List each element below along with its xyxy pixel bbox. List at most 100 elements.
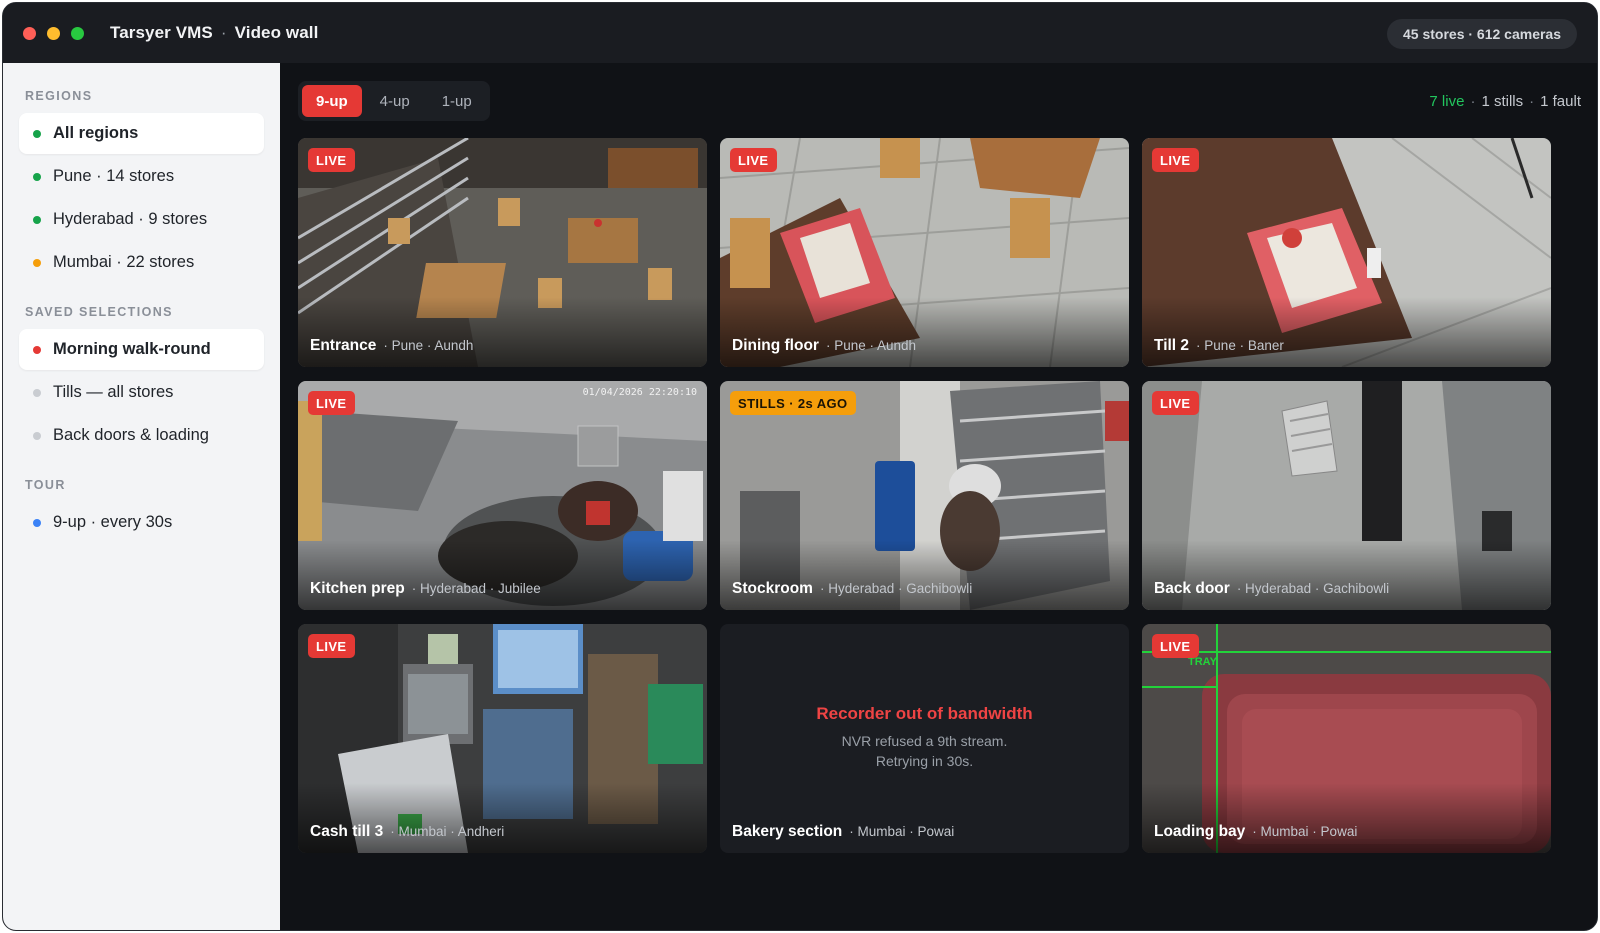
camera-tile-till-2[interactable]: LIVE Till 2 · Pune · Baner: [1142, 138, 1551, 367]
camera-location: · Pune · Baner: [1196, 338, 1284, 353]
caption-gradient: [298, 783, 707, 853]
caption-gradient: [298, 297, 707, 367]
camera-name: Kitchen prep: [310, 580, 405, 597]
live-badge: LIVE: [730, 148, 777, 172]
sidebar-item-all-regions[interactable]: All regions: [19, 113, 264, 154]
sidebar-item-back-doors-loading[interactable]: Back doors & loading: [19, 415, 264, 456]
camera-name: Dining floor: [732, 337, 819, 354]
camera-tile-back-door[interactable]: LIVE Back door · Hyderabad · Gachibowli: [1142, 381, 1551, 610]
regions-section-title: REGIONS: [25, 89, 93, 103]
fault-retry-text: Retrying in 30s.: [875, 753, 974, 769]
live-badge: LIVE: [308, 634, 355, 658]
tile-caption: Loading bay · Mumbai · Powai: [1154, 823, 1357, 841]
stream-status-summary: 7 live · 1 stills · 1 fault: [1429, 93, 1581, 110]
sidebar-item-pune[interactable]: Pune · 14 stores: [19, 156, 264, 197]
tile-caption: Till 2 · Pune · Baner: [1154, 337, 1284, 355]
live-badge: LIVE: [1152, 148, 1199, 172]
video-wall: 9-up 4-up 1-up 7 live · 1 stills · 1 fault: [280, 63, 1597, 930]
view-title: Video wall: [234, 23, 319, 42]
app-name: Tarsyer VMS: [110, 23, 213, 42]
stills-count: 1 stills: [1481, 93, 1524, 110]
sidebar-item-morning-walk-round[interactable]: Morning walk-round: [19, 329, 264, 370]
tile-caption: Stockroom · Hyderabad · Gachibowli: [732, 580, 972, 598]
layout-4-up-button[interactable]: 4-up: [366, 85, 424, 117]
sidebar-item-label: Hyderabad · 9 stores: [53, 210, 208, 228]
camera-name: Entrance: [310, 337, 377, 354]
sidebar: REGIONS All regions Pune · 14 stores Hyd…: [3, 63, 280, 930]
sidebar-item-tour-9-up[interactable]: 9-up · every 30s: [19, 502, 264, 543]
status-dot: [33, 172, 41, 181]
live-count: 7 live: [1429, 93, 1465, 110]
tile-caption: Entrance · Pune · Aundh: [310, 337, 473, 355]
maximize-window-button[interactable]: [71, 26, 84, 40]
tile-caption: Bakery section · Mumbai · Powai: [732, 823, 954, 841]
caption-gradient: [720, 297, 1129, 367]
status-dot: [33, 215, 41, 224]
title-separator: ·: [220, 23, 227, 42]
camera-tile-kitchen-prep[interactable]: LIVE 01/04/2026 22:20:10 Kitchen prep · …: [298, 381, 707, 610]
app-window: Tarsyer VMS · Video wall 45 stores · 612 c…: [2, 2, 1598, 931]
status-dot: [33, 345, 41, 354]
title-bar: Tarsyer VMS · Video wall 45 stores · 612 c…: [3, 3, 1597, 63]
store-camera-count-badge: 45 stores · 612 cameras: [1387, 19, 1577, 49]
tile-caption: Cash till 3 · Mumbai · Andheri: [310, 823, 504, 841]
camera-name: Stockroom: [732, 580, 813, 597]
caption-gradient: [298, 540, 707, 610]
camera-name: Till 2: [1154, 337, 1190, 354]
sidebar-item-label: Mumbai · 22 stores: [53, 253, 195, 271]
camera-tile-entrance[interactable]: LIVE Entrance · Pune · Aundh: [298, 138, 707, 367]
caption-gradient: [720, 540, 1129, 610]
live-badge: LIVE: [1152, 391, 1199, 415]
status-dot: [33, 129, 41, 138]
status-dot: [33, 518, 41, 527]
stills-badge: STILLS · 2s AGO: [730, 391, 856, 415]
status-separator: ·: [1470, 93, 1476, 110]
camera-name: Bakery section: [732, 823, 843, 840]
camera-name: Back door: [1154, 580, 1230, 597]
sidebar-item-label: Back doors & loading: [53, 426, 209, 444]
layout-toggle: 9-up 4-up 1-up: [298, 81, 490, 121]
status-dot: [33, 431, 41, 440]
camera-name: Loading bay: [1154, 823, 1246, 840]
timestamp-overlay: 01/04/2026 22:20:10: [582, 387, 697, 398]
camera-name: Cash till 3: [310, 823, 384, 840]
camera-location: · Pune · Aundh: [825, 338, 917, 353]
sidebar-item-mumbai[interactable]: Mumbai · 22 stores: [19, 242, 264, 283]
status-separator: ·: [1529, 93, 1535, 110]
fault-count: 1 fault: [1540, 93, 1581, 110]
tile-caption: Dining floor · Pune · Aundh: [732, 337, 916, 355]
camera-tile-loading-bay[interactable]: TRAY LIVE Loading bay · Mumbai · Powai: [1142, 624, 1551, 853]
camera-location: · Hyderabad · Gachibowli: [819, 581, 973, 596]
camera-location: · Mumbai · Powai: [1252, 824, 1358, 839]
camera-location: · Mumbai · Powai: [849, 824, 955, 839]
live-badge: LIVE: [308, 148, 355, 172]
live-badge: LIVE: [308, 391, 355, 415]
close-window-button[interactable]: [23, 26, 36, 40]
window-title: Tarsyer VMS · Video wall: [110, 23, 318, 43]
sidebar-item-label: Tills — all stores: [53, 383, 174, 401]
sidebar-item-label: All regions: [53, 124, 139, 142]
fault-message: Recorder out of bandwidth NVR refused a …: [720, 704, 1129, 769]
camera-tile-cash-till-3[interactable]: LIVE Cash till 3 · Mumbai · Andheri: [298, 624, 707, 853]
camera-location: · Hyderabad · Gachibowli: [1236, 581, 1390, 596]
tile-caption: Kitchen prep · Hyderabad · Jubilee: [310, 580, 541, 598]
camera-tile-dining-floor[interactable]: LIVE Dining floor · Pune · Aundh: [720, 138, 1129, 367]
sidebar-item-tills-all-stores[interactable]: Tills — all stores: [19, 372, 264, 413]
caption-gradient: [1142, 540, 1551, 610]
minimize-window-button[interactable]: [47, 26, 60, 40]
sidebar-item-label: Morning walk-round: [53, 340, 211, 358]
caption-gradient: [1142, 783, 1551, 853]
sidebar-item-hyderabad[interactable]: Hyderabad · 9 stores: [19, 199, 264, 240]
caption-gradient: [1142, 297, 1551, 367]
live-badge: LIVE: [1152, 634, 1199, 658]
layout-9-up-button[interactable]: 9-up: [302, 85, 362, 117]
sidebar-item-label: 9-up · every 30s: [53, 513, 173, 531]
tour-section-title: TOUR: [25, 478, 66, 492]
sidebar-item-label: Pune · 14 stores: [53, 167, 175, 185]
camera-tile-stockroom[interactable]: STILLS · 2s AGO Stockroom · Hyderabad · …: [720, 381, 1129, 610]
camera-tile-bakery-section[interactable]: Recorder out of bandwidth NVR refused a …: [720, 624, 1129, 853]
camera-location: · Mumbai · Andheri: [390, 824, 505, 839]
layout-1-up-button[interactable]: 1-up: [428, 85, 486, 117]
fault-title: Recorder out of bandwidth: [816, 704, 1033, 723]
fault-detail: NVR refused a 9th stream.: [841, 733, 1008, 749]
